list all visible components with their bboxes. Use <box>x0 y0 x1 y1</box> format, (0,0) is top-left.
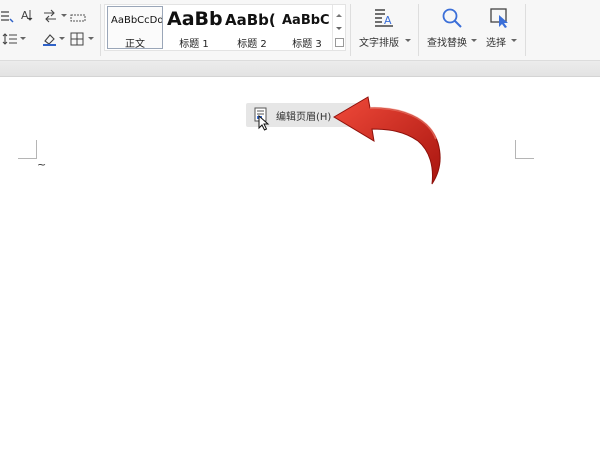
borders-icon[interactable] <box>70 31 84 46</box>
text-layout-button[interactable]: A 文字排版 <box>355 5 413 49</box>
style-heading-3-label: 标题 3 <box>292 39 322 50</box>
toolbar-divider <box>100 4 101 56</box>
style-heading-2[interactable]: AaBb( 标题 2 <box>224 5 280 50</box>
svg-text:A: A <box>21 9 29 22</box>
select-cursor-icon <box>489 7 511 29</box>
gallery-scrollbar[interactable] <box>332 5 345 50</box>
font-size-icon[interactable]: A <box>20 7 34 22</box>
chevron-down-icon[interactable] <box>20 37 26 40</box>
toolbar-divider <box>525 4 526 56</box>
line-spacing-icon[interactable] <box>2 31 18 45</box>
text-layout-label: 文字排版 <box>359 38 399 49</box>
chevron-down-icon <box>511 39 517 42</box>
ribbon-toolbar: A AaBbCcDd 正文 AaBb 标题 1 AaBb( 标题 2 AaBbC <box>0 0 600 60</box>
search-icon <box>441 7 463 29</box>
sort-icon[interactable] <box>42 8 58 23</box>
ribbon-bottom-bar <box>0 60 600 77</box>
toolbar-divider <box>418 4 419 56</box>
chevron-down-icon[interactable] <box>336 27 342 30</box>
page-corner-top-right <box>515 140 516 158</box>
style-normal-preview: AaBbCcDd <box>111 15 163 26</box>
style-heading-2-preview: AaBb( <box>225 11 276 29</box>
find-replace-button[interactable]: 查找替换 <box>423 5 477 49</box>
page-corner-top-right <box>515 158 534 159</box>
style-heading-1-label: 标题 1 <box>179 39 209 50</box>
text-cursor: ~ <box>37 158 47 171</box>
chevron-down-icon <box>471 39 477 42</box>
toolbar-divider <box>350 4 351 56</box>
red-arrow-annotation <box>330 95 445 187</box>
svg-text:A: A <box>384 14 392 27</box>
show-marks-icon[interactable] <box>70 9 86 22</box>
style-heading-1-preview: AaBb <box>167 8 223 30</box>
edit-header-label: 编辑页眉(H) <box>276 112 332 123</box>
find-replace-label: 查找替换 <box>427 38 467 49</box>
page-corner-top-left <box>18 158 37 159</box>
chevron-down-icon[interactable] <box>59 37 65 40</box>
styles-gallery: AaBbCcDd 正文 AaBb 标题 1 AaBb( 标题 2 AaBbC 标… <box>104 4 346 51</box>
chevron-down-icon[interactable] <box>61 14 67 17</box>
chevron-down-icon <box>405 39 411 42</box>
shading-icon[interactable] <box>42 31 58 46</box>
document-page[interactable] <box>0 76 600 450</box>
chevron-down-icon[interactable] <box>88 37 94 40</box>
bullet-list-icon[interactable] <box>0 8 14 23</box>
style-normal-label: 正文 <box>125 39 145 49</box>
style-heading-3[interactable]: AaBbC 标题 3 <box>281 5 333 50</box>
style-normal[interactable]: AaBbCcDd 正文 <box>107 6 163 49</box>
select-button[interactable]: 选择 <box>482 5 520 49</box>
text-layout-icon: A <box>373 7 395 29</box>
page-corner-top-left <box>36 140 37 158</box>
mouse-pointer-icon <box>258 114 270 131</box>
style-heading-3-preview: AaBbC <box>282 13 330 28</box>
gallery-expand-icon[interactable] <box>335 38 344 47</box>
style-heading-1[interactable]: AaBb 标题 1 <box>165 5 223 50</box>
chevron-up-icon[interactable] <box>336 14 342 17</box>
select-label: 选择 <box>486 38 506 49</box>
style-heading-2-label: 标题 2 <box>237 39 267 50</box>
